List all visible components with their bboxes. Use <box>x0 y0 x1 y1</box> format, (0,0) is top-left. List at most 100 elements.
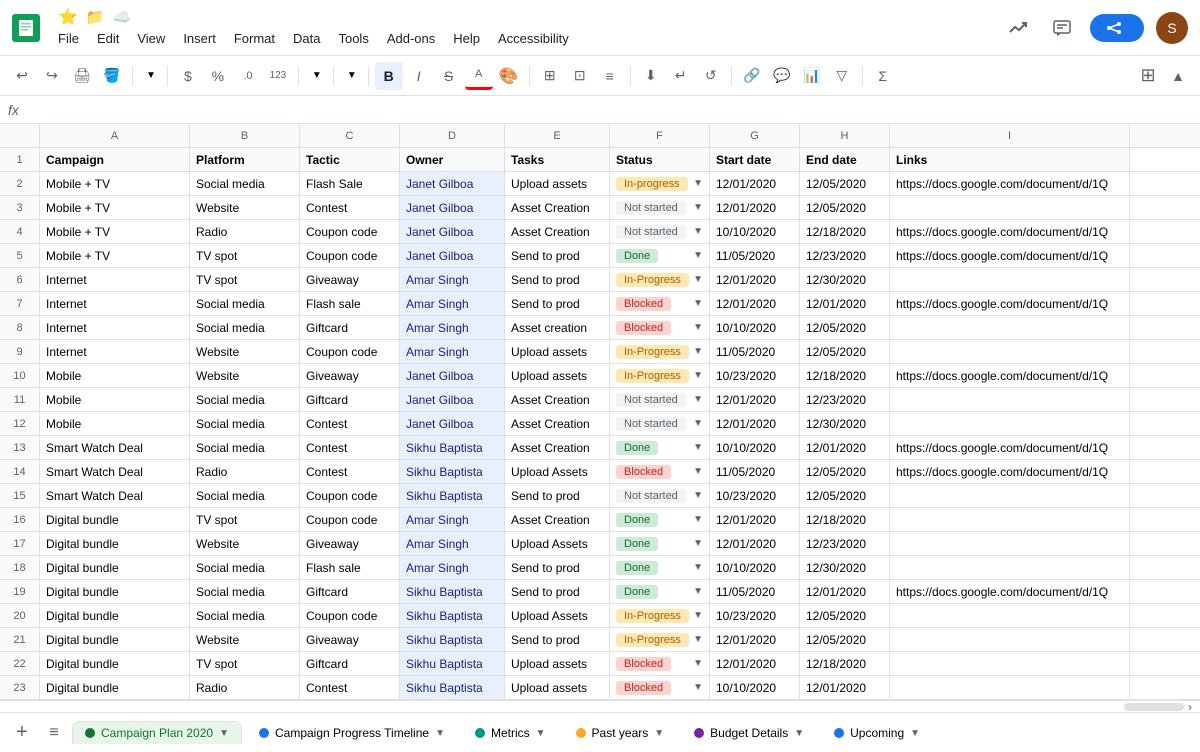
header-startdate[interactable]: Start date <box>710 148 800 171</box>
tab-budget-details[interactable]: Budget Details▼ <box>681 721 817 744</box>
status-dropdown-icon[interactable]: ▼ <box>693 538 703 549</box>
tab-chevron-icon[interactable]: ▼ <box>536 728 546 739</box>
tab-chevron-icon[interactable]: ▼ <box>435 728 445 739</box>
cell-r6-c6[interactable]: In-Progress▼ <box>610 268 710 291</box>
font-dropdown[interactable]: ▼ <box>305 62 327 90</box>
textcolor-button[interactable]: A <box>465 62 493 90</box>
scroll-right-icon[interactable]: › <box>1188 700 1192 714</box>
cell-r14-c6[interactable]: Blocked▼ <box>610 460 710 483</box>
cell-r18-c6[interactable]: Done▼ <box>610 556 710 579</box>
menu-edit[interactable]: Edit <box>89 29 127 48</box>
border-button[interactable]: ⊞ <box>536 62 564 90</box>
cell-r16-c6[interactable]: Done▼ <box>610 508 710 531</box>
currency-button[interactable]: $ <box>174 62 202 90</box>
status-dropdown-icon[interactable]: ▼ <box>693 442 703 453</box>
header-enddate[interactable]: End date <box>800 148 890 171</box>
header-status[interactable]: Status <box>610 148 710 171</box>
col-header-H[interactable]: H <box>800 124 890 147</box>
col-header-E[interactable]: E <box>505 124 610 147</box>
cell-r11-c6[interactable]: Not started▼ <box>610 388 710 411</box>
header-campaign[interactable]: Campaign <box>40 148 190 171</box>
wrap-button[interactable]: ↵ <box>667 62 695 90</box>
col-header-I[interactable]: I <box>890 124 1130 147</box>
cell-r9-c6[interactable]: In-Progress▼ <box>610 340 710 363</box>
comment-button[interactable]: 💬 <box>768 62 796 90</box>
cell-r23-c6[interactable]: Blocked▼ <box>610 676 710 699</box>
status-dropdown-icon[interactable]: ▼ <box>693 562 703 573</box>
cell-r3-c6[interactable]: Not started▼ <box>610 196 710 219</box>
status-dropdown-icon[interactable]: ▼ <box>693 226 703 237</box>
status-dropdown-icon[interactable]: ▼ <box>693 250 703 261</box>
cell-r5-c6[interactable]: Done▼ <box>610 244 710 267</box>
header-tactic[interactable]: Tactic <box>300 148 400 171</box>
cell-r19-c6[interactable]: Done▼ <box>610 580 710 603</box>
cell-r20-c6[interactable]: In-Progress▼ <box>610 604 710 627</box>
tab-chevron-icon[interactable]: ▼ <box>654 728 664 739</box>
header-links[interactable]: Links <box>890 148 1130 171</box>
menu-data[interactable]: Data <box>285 29 328 48</box>
header-platform[interactable]: Platform <box>190 148 300 171</box>
tab-campaign-plan-2020[interactable]: Campaign Plan 2020▼ <box>72 721 242 744</box>
col-header-G[interactable]: G <box>710 124 800 147</box>
comments-icon[interactable] <box>1046 12 1078 44</box>
tab-chevron-icon[interactable]: ▼ <box>794 728 804 739</box>
cell-r12-c6[interactable]: Not started▼ <box>610 412 710 435</box>
status-dropdown-icon[interactable]: ▼ <box>693 466 703 477</box>
menu-help[interactable]: Help <box>445 29 488 48</box>
cloud-icon[interactable]: ☁️ <box>113 8 132 26</box>
status-dropdown-icon[interactable]: ▼ <box>693 274 703 285</box>
filter-button[interactable]: ▽ <box>828 62 856 90</box>
status-dropdown-icon[interactable]: ▼ <box>693 610 703 621</box>
tab-upcoming[interactable]: Upcoming▼ <box>821 721 933 744</box>
status-dropdown-icon[interactable]: ▼ <box>693 490 703 501</box>
paint-format-button[interactable]: 🪣 <box>98 62 126 90</box>
align-button[interactable]: ≡ <box>596 62 624 90</box>
col-header-B[interactable]: B <box>190 124 300 147</box>
col-header-C[interactable]: C <box>300 124 400 147</box>
cell-r22-c6[interactable]: Blocked▼ <box>610 652 710 675</box>
status-dropdown-icon[interactable]: ▼ <box>693 394 703 405</box>
horizontal-scrollbar[interactable]: › <box>0 700 1200 712</box>
folder-icon[interactable]: 📁 <box>86 8 105 26</box>
fontsize-dropdown[interactable]: ▼ <box>340 62 362 90</box>
italic-button[interactable]: I <box>405 62 433 90</box>
share-button[interactable] <box>1090 14 1144 42</box>
cell-r13-c6[interactable]: Done▼ <box>610 436 710 459</box>
tab-chevron-icon[interactable]: ▼ <box>910 728 920 739</box>
menu-insert[interactable]: Insert <box>175 29 224 48</box>
collapse-button[interactable]: ▲ <box>1164 62 1192 90</box>
add-sheet-button[interactable]: + <box>8 719 36 747</box>
status-dropdown-icon[interactable]: ▼ <box>693 634 703 645</box>
strikethrough-button[interactable]: S <box>435 62 463 90</box>
menu-format[interactable]: Format <box>226 29 283 48</box>
menu-tools[interactable]: Tools <box>330 29 376 48</box>
rotate-button[interactable]: ↺ <box>697 62 725 90</box>
status-dropdown-icon[interactable]: ▼ <box>693 418 703 429</box>
menu-accessibility[interactable]: Accessibility <box>490 29 577 48</box>
status-dropdown-icon[interactable]: ▼ <box>693 346 703 357</box>
status-dropdown-icon[interactable]: ▼ <box>693 682 703 693</box>
undo-button[interactable]: ↩ <box>8 62 36 90</box>
status-dropdown-icon[interactable]: ▼ <box>693 178 703 189</box>
analytics-icon[interactable] <box>1002 12 1034 44</box>
cell-r15-c6[interactable]: Not started▼ <box>610 484 710 507</box>
print-button[interactable]: 🖨 <box>68 62 96 90</box>
status-dropdown-icon[interactable]: ▼ <box>693 658 703 669</box>
tab-past-years[interactable]: Past years▼ <box>563 721 678 744</box>
col-header-F[interactable]: F <box>610 124 710 147</box>
cell-r2-c6[interactable]: In-progress▼ <box>610 172 710 195</box>
tab-metrics[interactable]: Metrics▼ <box>462 721 559 744</box>
cell-r4-c6[interactable]: Not started▼ <box>610 220 710 243</box>
cell-r7-c6[interactable]: Blocked▼ <box>610 292 710 315</box>
header-tasks[interactable]: Tasks <box>505 148 610 171</box>
decimal-button[interactable]: .0 <box>234 62 262 90</box>
status-dropdown-icon[interactable]: ▼ <box>693 514 703 525</box>
col-header-D[interactable]: D <box>400 124 505 147</box>
all-sheets-button[interactable]: ≡ <box>40 719 68 747</box>
percent-button[interactable]: % <box>204 62 232 90</box>
valign-button[interactable]: ⬇ <box>637 62 665 90</box>
star-icon[interactable]: ⭐ <box>58 7 78 27</box>
status-dropdown-icon[interactable]: ▼ <box>693 586 703 597</box>
tab-chevron-icon[interactable]: ▼ <box>219 728 229 739</box>
chart-button[interactable]: 📊 <box>798 62 826 90</box>
